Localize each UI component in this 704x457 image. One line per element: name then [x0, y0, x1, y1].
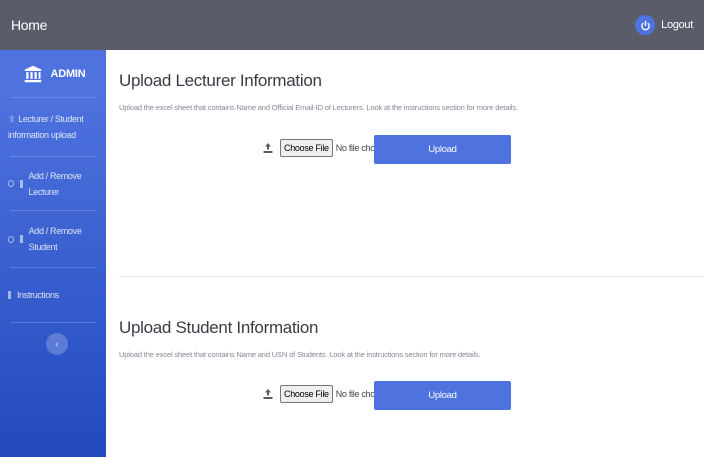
sidebar-item-student[interactable]: Add / Remove Student	[0, 211, 106, 267]
chevron-left-icon: ‹	[55, 338, 59, 350]
student-section-description: Upload the excel sheet that contains Nam…	[119, 350, 481, 359]
section-divider	[119, 276, 703, 277]
institution-icon	[25, 65, 42, 82]
sidebar-item-label: Add / Remove Student	[28, 226, 82, 252]
sidebar-toggle-button[interactable]: ‹	[46, 333, 68, 355]
upload-icon	[263, 143, 273, 153]
sidebar-item-label: Add / Remove Lecturer	[28, 170, 82, 197]
column-icon	[8, 291, 11, 299]
sidebar-item-upload[interactable]: ⇪ Lecturer / Student information upload	[0, 98, 106, 156]
sidebar-brand[interactable]: ADMIN	[0, 50, 106, 97]
choose-file-button[interactable]: Choose File	[280, 385, 333, 403]
sidebar-item-instructions[interactable]: Instructions	[0, 268, 106, 322]
student-upload-button[interactable]: Upload	[374, 381, 511, 410]
sidebar-item-lecturer[interactable]: Add / Remove Lecturer	[0, 157, 106, 210]
lecturer-section-title: Upload Lecturer Information	[119, 71, 322, 90]
brand-label: ADMIN	[50, 67, 86, 80]
top-navbar: Home Logout	[0, 0, 704, 50]
logout-link[interactable]: Logout	[661, 19, 693, 31]
sidebar-item-label-line2: information upload	[8, 130, 76, 140]
upload-icon	[263, 389, 273, 399]
home-link[interactable]: Home	[11, 17, 47, 33]
column-icon	[20, 179, 23, 188]
student-section-title: Upload Student Information	[119, 318, 319, 337]
logout-control[interactable]: Logout	[635, 15, 693, 35]
lecturer-file-input[interactable]: Choose File No file chosen	[262, 139, 389, 157]
sidebar: ADMIN ⇪ Lecturer / Student information up…	[0, 50, 106, 457]
gear-icon	[8, 235, 15, 243]
sidebar-item-label: Instructions	[17, 290, 59, 300]
sidebar-item-label: Lecturer / Student	[18, 114, 84, 124]
column-icon	[20, 235, 23, 243]
power-icon[interactable]	[635, 15, 656, 35]
student-file-input[interactable]: Choose File No file chosen	[262, 385, 389, 403]
lecturer-upload-button[interactable]: Upload	[374, 135, 511, 164]
upload-icon: ⇪	[8, 114, 16, 124]
choose-file-button[interactable]: Choose File	[280, 139, 333, 157]
gear-icon	[8, 180, 15, 187]
lecturer-section-description: Upload the excel sheet that contains Nam…	[119, 103, 518, 112]
sidebar-divider	[10, 322, 96, 323]
main-content: Upload Lecturer Information Upload the e…	[106, 50, 704, 457]
